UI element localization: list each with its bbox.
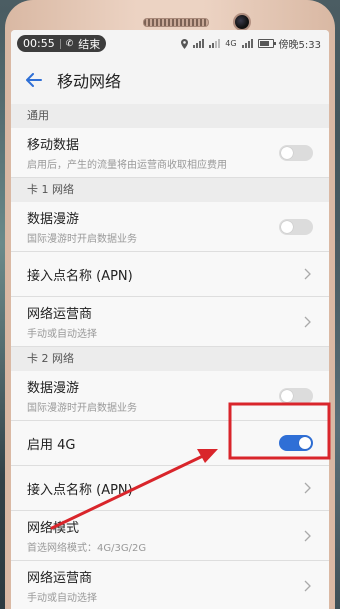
card2-operator-row[interactable]: 网络运营商 手动或自动选择 xyxy=(11,561,329,609)
status-icons: 4G 傍晚5:33 xyxy=(181,36,321,51)
section-header-general: 通用 xyxy=(11,104,329,128)
card2-apn-label: 接入点名称 (APN) xyxy=(27,482,133,498)
card2-roaming-row[interactable]: 数据漫游 国际漫游时开启数据业务 xyxy=(11,371,329,421)
mobile-data-desc: 启用后，产生的流量将由运营商收取相应费用 xyxy=(27,160,227,171)
card2-roaming-toggle[interactable] xyxy=(279,387,313,404)
card2-roaming-label: 数据漫游 xyxy=(27,381,80,396)
call-timer: 00:55 xyxy=(23,37,55,50)
call-timer-pill[interactable]: 00:55 ✆ 结束 xyxy=(17,35,107,52)
end-call-icon: ✆ xyxy=(65,38,74,49)
section-header-card1: 卡 1 网络 xyxy=(11,178,329,202)
mobile-data-toggle[interactable] xyxy=(279,144,313,161)
card1-operator-label: 网络运营商 xyxy=(27,307,93,322)
card1-apn-row[interactable]: 接入点名称 (APN) xyxy=(11,252,329,297)
card1-apn-label: 接入点名称 (APN) xyxy=(27,268,133,284)
chevron-right-icon xyxy=(304,316,311,327)
chevron-right-icon xyxy=(304,530,311,541)
card2-roaming-desc: 国际漫游时开启数据业务 xyxy=(27,403,137,414)
chevron-right-icon xyxy=(304,268,311,280)
mobile-data-label: 移动数据 xyxy=(27,138,80,153)
section-header-card2: 卡 2 网络 xyxy=(11,347,329,371)
clock: 傍晚5:33 xyxy=(278,40,321,51)
card1-operator-row[interactable]: 网络运营商 手动或自动选择 xyxy=(11,297,329,347)
card1-roaming-desc: 国际漫游时开启数据业务 xyxy=(27,234,137,245)
signal-1-icon xyxy=(193,39,205,48)
enable-4g-toggle[interactable] xyxy=(279,435,313,451)
earpiece-speaker xyxy=(143,18,209,27)
card1-roaming-row[interactable]: 数据漫游 国际漫游时开启数据业务 xyxy=(11,202,329,252)
app-bar: 移动网络 xyxy=(11,56,329,104)
back-arrow-icon xyxy=(26,73,42,87)
card1-operator-desc: 手动或自动选择 xyxy=(27,329,97,340)
chevron-right-icon xyxy=(304,482,311,494)
pill-divider xyxy=(59,38,61,49)
card1-roaming-toggle[interactable] xyxy=(279,218,313,235)
location-icon xyxy=(181,38,189,49)
mobile-data-row[interactable]: 移动数据 启用后，产生的流量将由运营商收取相应费用 xyxy=(11,128,329,178)
network-type: 4G xyxy=(225,39,237,48)
page-title: 移动网络 xyxy=(57,72,122,91)
card2-operator-desc: 手动或自动选择 xyxy=(27,593,97,604)
back-button[interactable] xyxy=(11,73,57,87)
front-camera xyxy=(233,13,251,31)
card1-roaming-label: 数据漫游 xyxy=(27,212,80,227)
signal-2-icon xyxy=(209,39,221,48)
signal-3-icon xyxy=(241,39,253,48)
card2-network-mode-desc: 首选网络模式：4G/3G/2G xyxy=(27,543,147,554)
screen: 00:55 ✆ 结束 4G 傍晚5:33 移动网络 通用 移动数据 启用后，产生… xyxy=(11,30,329,609)
card2-apn-row[interactable]: 接入点名称 (APN) xyxy=(11,466,329,511)
card2-4g-row[interactable]: 启用 4G xyxy=(11,421,329,466)
card2-operator-label: 网络运营商 xyxy=(27,571,93,586)
status-bar: 00:55 ✆ 结束 4G 傍晚5:33 xyxy=(11,30,329,56)
chevron-right-icon xyxy=(304,580,311,591)
card2-network-mode-label: 网络模式 xyxy=(27,521,80,536)
end-call-label: 结束 xyxy=(78,37,101,51)
card2-4g-label: 启用 4G xyxy=(27,437,76,453)
card2-network-mode-row[interactable]: 网络模式 首选网络模式：4G/3G/2G xyxy=(11,511,329,561)
battery-icon xyxy=(257,39,276,48)
